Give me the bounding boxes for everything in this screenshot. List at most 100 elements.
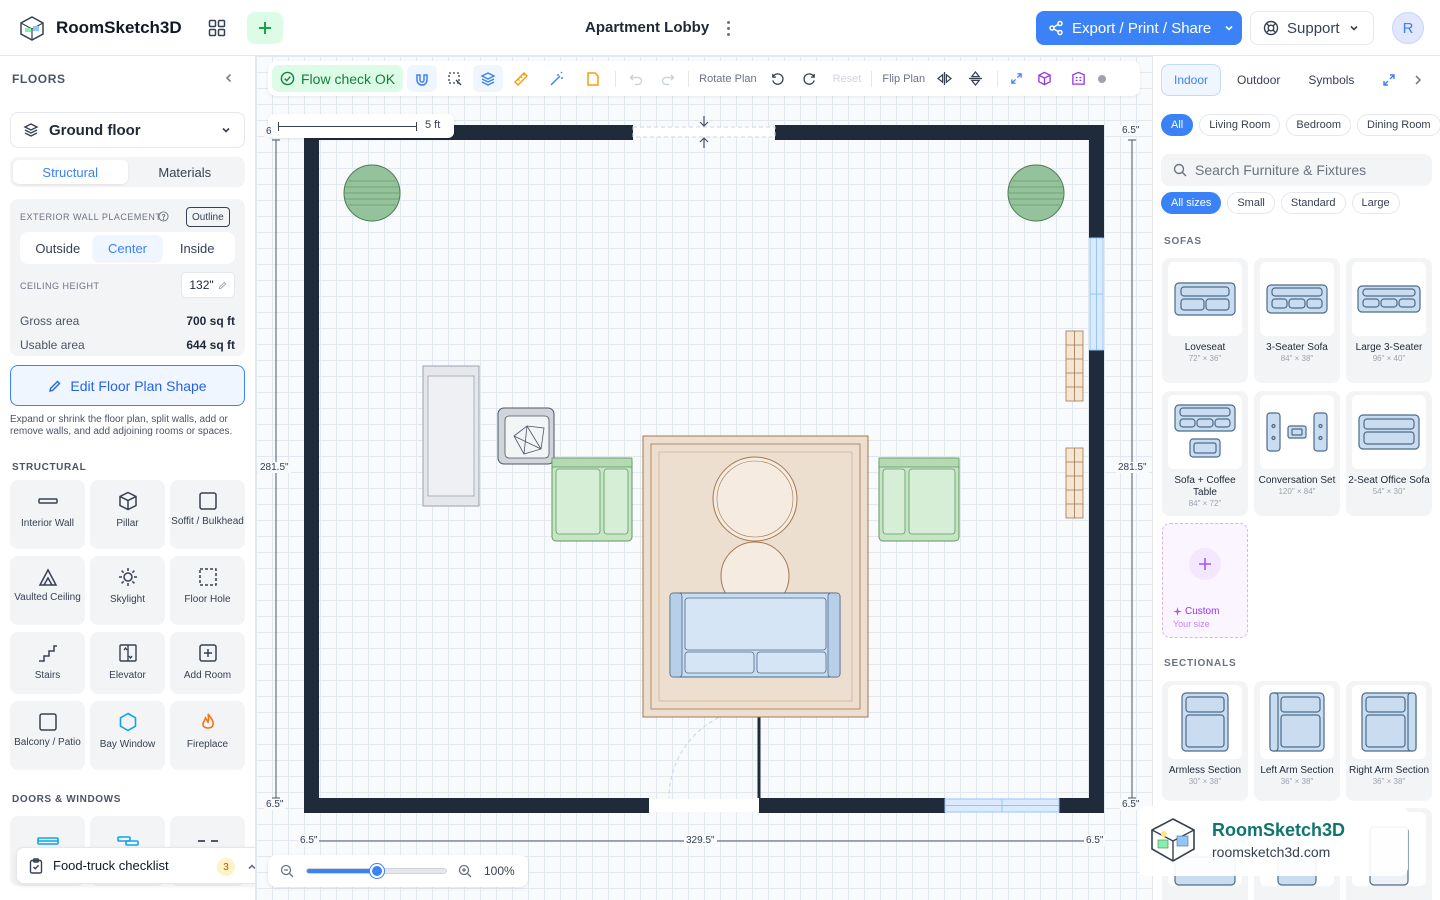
view-3d-button[interactable] [1030,65,1058,92]
more-options-icon[interactable] [720,16,736,40]
size-chip-large[interactable]: Large [1351,192,1400,214]
undo-button[interactable] [620,65,652,92]
zoom-track[interactable] [306,864,447,878]
checklist-label: Food-truck checklist [53,858,169,873]
tab-outdoor[interactable]: Outdoor [1225,64,1292,96]
scale-bar: 5 ft [268,114,454,138]
room-chip-dining[interactable]: Dining Room [1357,114,1440,136]
new-plan-button[interactable] [247,12,283,44]
gross-area-label: Gross area [20,314,80,328]
tool-add-room[interactable]: Add Room [170,632,245,694]
sofa-loveseat[interactable]: Loveseat 72" × 36" [1162,258,1248,383]
wall-shelf-2[interactable] [1065,447,1084,519]
export-button[interactable]: Export / Print / Share [1036,11,1242,45]
tool-soffit[interactable]: Soffit / Bulkhead [170,480,245,549]
tool-bay-window[interactable]: Bay Window [90,701,165,770]
coffee-table-round[interactable] [712,456,798,542]
wall-option-outside[interactable]: Outside [23,235,93,261]
document-title[interactable]: Apartment Lobby [585,19,709,36]
edit-help-text: Expand or shrink the floor plan, split w… [10,414,233,437]
sectional-armless[interactable]: Armless Section 30" × 38" [1162,681,1248,801]
reset-button[interactable]: Reset [827,73,868,85]
floor-plan-canvas[interactable]: Flow check OK Rotate Plan Reset Flip Pla… [256,56,1152,900]
sofa-large-3-seater[interactable]: Large 3-Seater 96" × 40" [1346,258,1432,383]
sectional-right-arm[interactable]: Right Arm Section 36" × 38" [1346,681,1432,801]
user-avatar[interactable]: R [1392,12,1424,44]
collapse-panel-icon[interactable] [223,72,235,84]
room-chip-bedroom[interactable]: Bedroom [1286,114,1352,136]
support-button[interactable]: Support [1250,11,1374,45]
chevron-right-icon[interactable] [1412,73,1424,87]
tool-floor-hole[interactable]: Floor Hole [170,556,245,625]
layers-tool[interactable] [473,65,504,92]
flip-vertical-button[interactable] [957,65,993,92]
tool-fireplace[interactable]: Fireplace [170,701,245,770]
armchair-right[interactable] [878,457,960,542]
zoom-out-icon[interactable] [280,864,294,878]
sofa[interactable] [669,592,841,678]
accent-chair[interactable] [497,407,555,465]
tab-indoor[interactable]: Indoor [1161,64,1222,96]
wall-shelf-1[interactable] [1065,330,1084,402]
zoom-in-icon[interactable] [458,864,472,878]
food-truck-checklist[interactable]: Food-truck checklist 3 [16,847,255,884]
right-window[interactable] [1089,237,1104,351]
office-sofa[interactable]: 2-Seat Office Sofa 54" × 30" [1346,391,1432,516]
check-circle-icon [280,71,295,86]
console-table[interactable] [422,365,480,507]
floor-select[interactable]: Ground floor [10,112,245,148]
tool-stairs[interactable]: Stairs [10,632,85,694]
room-chip-living[interactable]: Living Room [1199,114,1281,136]
tool-vaulted-ceiling[interactable]: Vaulted Ceiling [10,556,85,625]
tab-structural[interactable]: Structural [13,160,128,184]
tool-elevator[interactable]: Elevator [90,632,165,694]
armchair-left[interactable] [551,457,633,542]
room-chip-all[interactable]: All [1161,114,1194,136]
select-tool[interactable] [437,65,473,92]
size-chip-small[interactable]: Small [1227,192,1275,214]
tool-interior-wall[interactable]: Interior Wall [10,480,85,549]
app-logo-icon[interactable] [18,14,46,42]
furniture-search[interactable]: Search Furniture & Fixtures [1161,154,1432,186]
bottom-window[interactable] [944,798,1060,813]
outline-toggle[interactable]: Outline [186,207,230,227]
edit-floor-plan-button[interactable]: Edit Floor Plan Shape [10,365,245,406]
tab-materials[interactable]: Materials [128,160,243,184]
floor-plan-drawing[interactable] [256,56,1152,900]
sofa-coffee-table[interactable]: Sofa + Coffee Table 84" × 72" [1162,391,1248,516]
flip-horizontal-button[interactable] [931,65,957,92]
help-icon[interactable] [158,211,169,222]
tool-skylight[interactable]: Skylight [90,556,165,625]
plant-left[interactable] [343,164,401,222]
sofa-3-seater[interactable]: 3-Seater Sofa 84" × 38" [1254,258,1340,383]
tool-balcony[interactable]: Balcony / Patio [10,701,85,770]
wall-option-center[interactable]: Center [92,235,163,261]
magic-tool[interactable] [539,65,575,92]
tool-pillar[interactable]: Pillar [90,480,165,549]
size-chip-standard[interactable]: Standard [1280,192,1346,214]
sectional-left-arm[interactable]: Left Arm Section 36" × 38" [1254,681,1340,801]
entry-door[interactable] [649,707,761,812]
building-view-button[interactable] [1058,65,1098,92]
notes-tool[interactable] [575,65,611,92]
brand-watermark: RoomSketch3D roomsketch3d.com [1138,806,1408,876]
fit-view-button[interactable] [1002,65,1030,92]
expand-panel-icon[interactable] [1382,73,1396,87]
ceiling-height-input[interactable]: 132" [181,272,235,298]
redo-button[interactable] [652,65,684,92]
size-chip-all[interactable]: All sizes [1161,192,1222,214]
snap-tool[interactable] [407,65,438,92]
wall-option-inside[interactable]: Inside [162,235,232,261]
plant-right[interactable] [1007,164,1065,222]
custom-size-item[interactable]: Custom Your size [1162,523,1248,638]
flow-check-badge[interactable]: Flow check OK [272,65,404,92]
conversation-set[interactable]: Conversation Set 120" × 84" [1254,391,1340,516]
custom-add-button[interactable] [1189,548,1221,580]
dashboard-button[interactable] [199,12,235,44]
measure-tool[interactable] [503,65,539,92]
top-opening[interactable] [632,126,776,138]
rotate-right-button[interactable] [793,65,827,92]
zoom-slider-handle[interactable] [369,864,384,878]
rotate-left-button[interactable] [763,65,793,92]
tab-symbols[interactable]: Symbols [1296,64,1366,96]
